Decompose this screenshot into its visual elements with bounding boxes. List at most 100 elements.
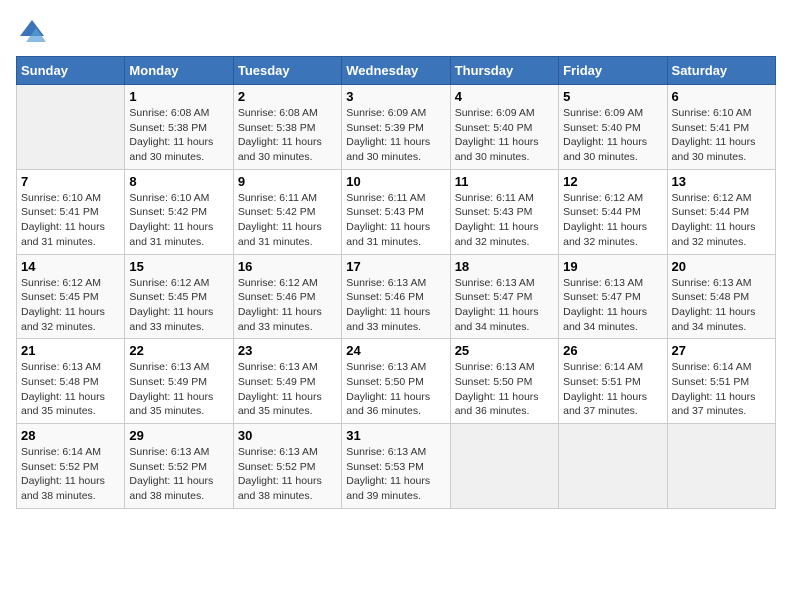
day-number: 17 (346, 259, 445, 274)
day-number: 27 (672, 343, 771, 358)
day-info: Sunrise: 6:11 AM Sunset: 5:43 PM Dayligh… (346, 191, 445, 250)
day-number: 10 (346, 174, 445, 189)
calendar-cell: 16 Sunrise: 6:12 AM Sunset: 5:46 PM Dayli… (233, 254, 341, 339)
calendar-cell: 6 Sunrise: 6:10 AM Sunset: 5:41 PM Daylig… (667, 85, 775, 170)
day-info: Sunrise: 6:12 AM Sunset: 5:44 PM Dayligh… (672, 191, 771, 250)
day-info: Sunrise: 6:13 AM Sunset: 5:48 PM Dayligh… (21, 360, 120, 419)
calendar-cell: 23 Sunrise: 6:13 AM Sunset: 5:49 PM Dayli… (233, 339, 341, 424)
calendar-cell: 9 Sunrise: 6:11 AM Sunset: 5:42 PM Daylig… (233, 169, 341, 254)
day-number: 24 (346, 343, 445, 358)
calendar-cell: 17 Sunrise: 6:13 AM Sunset: 5:46 PM Dayli… (342, 254, 450, 339)
calendar-cell: 4Sunrise: 6:09 AM Sunset: 5:40 PM Daylig… (450, 85, 558, 170)
day-number: 7 (21, 174, 120, 189)
header-saturday: Saturday (667, 57, 775, 85)
day-number: 16 (238, 259, 337, 274)
header (16, 16, 776, 48)
day-number: 28 (21, 428, 120, 443)
day-number: 21 (21, 343, 120, 358)
day-number: 23 (238, 343, 337, 358)
calendar-cell: 30 Sunrise: 6:13 AM Sunset: 5:52 PM Dayli… (233, 424, 341, 509)
header-tuesday: Tuesday (233, 57, 341, 85)
calendar-cell: 7 Sunrise: 6:10 AM Sunset: 5:41 PM Daylig… (17, 169, 125, 254)
day-info: Sunrise: 6:14 AM Sunset: 5:51 PM Dayligh… (563, 360, 662, 419)
day-info: Sunrise: 6:10 AM Sunset: 5:41 PM Dayligh… (21, 191, 120, 250)
calendar-cell: 31 Sunrise: 6:13 AM Sunset: 5:53 PM Dayli… (342, 424, 450, 509)
calendar-cell (559, 424, 667, 509)
day-number: 14 (21, 259, 120, 274)
day-number: 12 (563, 174, 662, 189)
calendar-cell (667, 424, 775, 509)
day-number: 11 (455, 174, 554, 189)
day-number: 9 (238, 174, 337, 189)
calendar-cell: 20 Sunrise: 6:13 AM Sunset: 5:48 PM Dayli… (667, 254, 775, 339)
day-info: Sunrise: 6:13 AM Sunset: 5:52 PM Dayligh… (238, 445, 337, 504)
day-number: 5 (563, 89, 662, 104)
calendar-cell (450, 424, 558, 509)
day-info: Sunrise: 6:13 AM Sunset: 5:48 PM Dayligh… (672, 276, 771, 335)
day-info: Sunrise: 6:13 AM Sunset: 5:52 PM Dayligh… (129, 445, 228, 504)
day-number: 20 (672, 259, 771, 274)
calendar-cell: 3 Sunrise: 6:09 AM Sunset: 5:39 PM Daylig… (342, 85, 450, 170)
day-info: Sunrise: 6:13 AM Sunset: 5:49 PM Dayligh… (129, 360, 228, 419)
day-info: Sunrise: 6:14 AM Sunset: 5:51 PM Dayligh… (672, 360, 771, 419)
day-info: Sunrise: 6:14 AM Sunset: 5:52 PM Dayligh… (21, 445, 120, 504)
calendar-cell: 21 Sunrise: 6:13 AM Sunset: 5:48 PM Dayli… (17, 339, 125, 424)
logo-icon (16, 16, 48, 48)
header-thursday: Thursday (450, 57, 558, 85)
logo (16, 16, 52, 48)
day-info: Sunrise: 6:13 AM Sunset: 5:46 PM Dayligh… (346, 276, 445, 335)
day-info: Sunrise: 6:12 AM Sunset: 5:45 PM Dayligh… (21, 276, 120, 335)
day-number: 31 (346, 428, 445, 443)
header-monday: Monday (125, 57, 233, 85)
calendar-cell: 29 Sunrise: 6:13 AM Sunset: 5:52 PM Dayli… (125, 424, 233, 509)
day-number: 18 (455, 259, 554, 274)
day-info: Sunrise: 6:08 AM Sunset: 5:38 PM Dayligh… (129, 106, 228, 165)
calendar-cell: 2Sunrise: 6:08 AM Sunset: 5:38 PM Daylig… (233, 85, 341, 170)
calendar-cell: 24 Sunrise: 6:13 AM Sunset: 5:50 PM Dayli… (342, 339, 450, 424)
calendar-cell: 26 Sunrise: 6:14 AM Sunset: 5:51 PM Dayli… (559, 339, 667, 424)
day-number: 26 (563, 343, 662, 358)
calendar-cell: 25Sunrise: 6:13 AM Sunset: 5:50 PM Dayli… (450, 339, 558, 424)
calendar-cell: 15 Sunrise: 6:12 AM Sunset: 5:45 PM Dayli… (125, 254, 233, 339)
calendar-week-2: 7 Sunrise: 6:10 AM Sunset: 5:41 PM Daylig… (17, 169, 776, 254)
calendar-table: SundayMondayTuesdayWednesdayThursdayFrid… (16, 56, 776, 509)
day-info: Sunrise: 6:12 AM Sunset: 5:45 PM Dayligh… (129, 276, 228, 335)
day-info: Sunrise: 6:10 AM Sunset: 5:41 PM Dayligh… (672, 106, 771, 165)
day-number: 29 (129, 428, 228, 443)
day-number: 3 (346, 89, 445, 104)
calendar-cell: 13 Sunrise: 6:12 AM Sunset: 5:44 PM Dayli… (667, 169, 775, 254)
calendar-cell: 12 Sunrise: 6:12 AM Sunset: 5:44 PM Dayli… (559, 169, 667, 254)
calendar-cell: 14 Sunrise: 6:12 AM Sunset: 5:45 PM Dayli… (17, 254, 125, 339)
day-number: 8 (129, 174, 228, 189)
day-info: Sunrise: 6:12 AM Sunset: 5:46 PM Dayligh… (238, 276, 337, 335)
day-info: Sunrise: 6:13 AM Sunset: 5:50 PM Dayligh… (346, 360, 445, 419)
day-number: 13 (672, 174, 771, 189)
day-info: Sunrise: 6:13 AM Sunset: 5:47 PM Dayligh… (455, 276, 554, 335)
header-friday: Friday (559, 57, 667, 85)
calendar-cell: 18 Sunrise: 6:13 AM Sunset: 5:47 PM Dayli… (450, 254, 558, 339)
day-number: 19 (563, 259, 662, 274)
calendar-cell: 28 Sunrise: 6:14 AM Sunset: 5:52 PM Dayli… (17, 424, 125, 509)
calendar-week-4: 21 Sunrise: 6:13 AM Sunset: 5:48 PM Dayli… (17, 339, 776, 424)
calendar-week-1: 1 Sunrise: 6:08 AM Sunset: 5:38 PM Daylig… (17, 85, 776, 170)
day-info: Sunrise: 6:11 AM Sunset: 5:42 PM Dayligh… (238, 191, 337, 250)
day-info: Sunrise: 6:09 AM Sunset: 5:39 PM Dayligh… (346, 106, 445, 165)
day-info: Sunrise: 6:13 AM Sunset: 5:53 PM Dayligh… (346, 445, 445, 504)
day-number: 6 (672, 89, 771, 104)
day-info: Sunrise: 6:10 AM Sunset: 5:42 PM Dayligh… (129, 191, 228, 250)
day-number: 30 (238, 428, 337, 443)
calendar-cell: 11Sunrise: 6:11 AM Sunset: 5:43 PM Dayli… (450, 169, 558, 254)
calendar-cell: 10 Sunrise: 6:11 AM Sunset: 5:43 PM Dayli… (342, 169, 450, 254)
day-number: 22 (129, 343, 228, 358)
day-info: Sunrise: 6:09 AM Sunset: 5:40 PM Dayligh… (563, 106, 662, 165)
day-number: 15 (129, 259, 228, 274)
header-sunday: Sunday (17, 57, 125, 85)
calendar-cell: 8 Sunrise: 6:10 AM Sunset: 5:42 PM Daylig… (125, 169, 233, 254)
day-number: 25 (455, 343, 554, 358)
calendar-cell: 27 Sunrise: 6:14 AM Sunset: 5:51 PM Dayli… (667, 339, 775, 424)
day-info: Sunrise: 6:12 AM Sunset: 5:44 PM Dayligh… (563, 191, 662, 250)
day-info: Sunrise: 6:13 AM Sunset: 5:47 PM Dayligh… (563, 276, 662, 335)
day-info: Sunrise: 6:13 AM Sunset: 5:49 PM Dayligh… (238, 360, 337, 419)
day-number: 1 (129, 89, 228, 104)
day-info: Sunrise: 6:08 AM Sunset: 5:38 PM Dayligh… (238, 106, 337, 165)
